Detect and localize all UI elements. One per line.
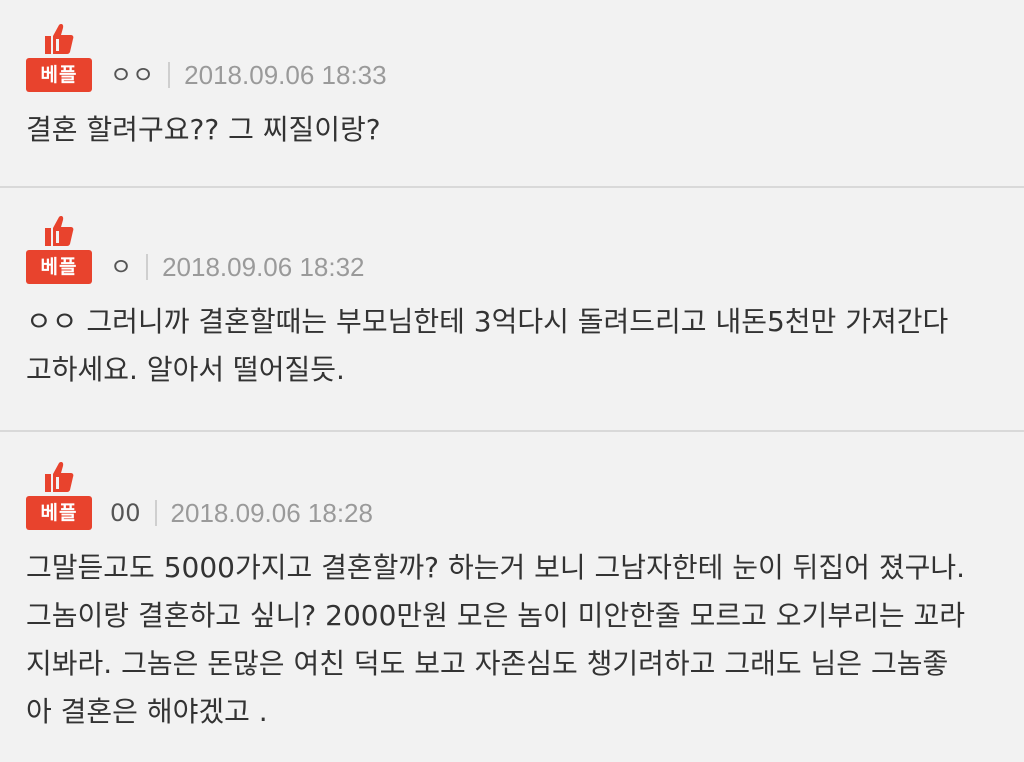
meta-separator: [154, 500, 157, 526]
comment-divider: [0, 430, 1024, 432]
meta-separator: [168, 62, 171, 88]
thumbs-up-icon: [45, 462, 74, 492]
comment-author: ㅇ: [110, 253, 133, 281]
best-reply-label: 베플: [26, 58, 92, 92]
thumbs-up-icon: [45, 24, 74, 54]
comment-item: 베플 ㅇ 2018.09.06 18:32 ㅇㅇ 그러니까 결혼할때는 부모님한…: [0, 212, 1024, 394]
comment-date: 2018.09.06 18:32: [162, 252, 365, 282]
meta-separator: [146, 254, 149, 280]
comment-list: 베플 ㅇㅇ 2018.09.06 18:33 결혼 할려구요?? 그 찌질이랑?…: [0, 0, 1024, 762]
comment-text: 결혼 할려구요?? 그 찌질이랑?: [26, 113, 381, 146]
comment-date: 2018.09.06 18:33: [184, 60, 387, 90]
comment-text: ㅇㅇ 그러니까 결혼할때는 부모님한테 3억다시 돌려드리고 내돈5천만 가져간…: [26, 305, 949, 386]
comment-author: 00: [110, 499, 141, 527]
comment-item: 베플 ㅇㅇ 2018.09.06 18:33 결혼 할려구요?? 그 찌질이랑?: [0, 20, 1024, 154]
comment-text: 그말듣고도 5000가지고 결혼할까? 하는거 보니 그남자한테 눈이 뒤집어 …: [26, 551, 966, 728]
best-reply-label: 베플: [26, 250, 92, 284]
best-reply-badge: 베플: [26, 22, 92, 92]
comment-item: 베플 00 2018.09.06 18:28 그말듣고도 5000가지고 결혼할…: [0, 458, 1024, 736]
comment-date: 2018.09.06 18:28: [170, 498, 373, 528]
comment-author: ㅇㅇ: [110, 61, 155, 89]
comment-meta: 베플 ㅇ 2018.09.06 18:32: [26, 212, 1004, 284]
thumbs-up-icon: [45, 216, 74, 246]
best-reply-badge: 베플: [26, 214, 92, 284]
best-reply-label: 베플: [26, 496, 92, 530]
comment-meta: 베플 ㅇㅇ 2018.09.06 18:33: [26, 20, 1004, 92]
comment-divider: [0, 186, 1024, 188]
best-reply-badge: 베플: [26, 460, 92, 530]
comment-meta: 베플 00 2018.09.06 18:28: [26, 458, 1004, 530]
